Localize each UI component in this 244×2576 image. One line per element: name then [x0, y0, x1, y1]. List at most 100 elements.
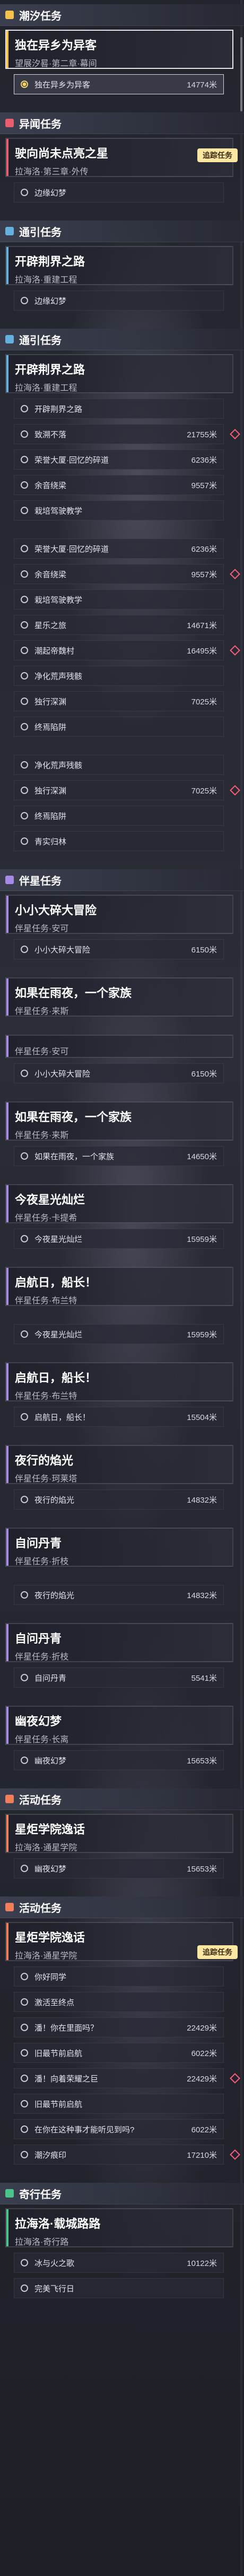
- objective-label: 青实归林: [34, 837, 67, 846]
- quest-subtitle: 拉海洛·通星学院: [15, 1843, 77, 1852]
- objective-radio: [21, 2151, 28, 2158]
- quest-card[interactable]: 启航日，船长！ 伴星任务·布兰特: [5, 1267, 233, 1306]
- objective-distance: 16495米: [187, 646, 217, 656]
- category-header[interactable]: 通引任务: [0, 329, 244, 350]
- objective-row[interactable]: 荣誉大厦·回忆的碎道 6236米: [14, 449, 224, 470]
- track-quest-button[interactable]: 追踪任务: [197, 148, 238, 162]
- objective-row[interactable]: 净化荒声残骸: [14, 755, 224, 775]
- objective-radio: [21, 481, 28, 489]
- quest-color-bar: [6, 1707, 8, 1744]
- objective-row[interactable]: 潮起帝魏村 16495米: [14, 640, 224, 660]
- objective-row[interactable]: 青实归林: [14, 831, 224, 851]
- objective-row[interactable]: 如果在雨夜，一个家族 14650米: [14, 1146, 224, 1166]
- objective-row[interactable]: 栽培驾驶教学: [14, 589, 224, 610]
- objective-radio: [21, 2125, 28, 2133]
- objective-row[interactable]: 致溯不落 21755米: [14, 424, 224, 444]
- quest-card[interactable]: 今夜星光灿烂 伴星任务·卡提希: [5, 1184, 233, 1223]
- quest-card[interactable]: 夜行的焰光 伴星任务·珂莱塔: [5, 1445, 233, 1484]
- objective-radio: [21, 297, 28, 304]
- objective-row[interactable]: 自问丹青 5541米: [14, 1668, 224, 1688]
- objective-row[interactable]: 开辟荆界之路: [14, 399, 224, 419]
- objective-row[interactable]: 今夜星光灿烂 15959米: [14, 1324, 224, 1344]
- objective-row[interactable]: 余音绕梁 9557米: [14, 564, 224, 584]
- objective-distance: 5541米: [191, 1673, 217, 1683]
- objective-row[interactable]: 旧最节前启航: [14, 2094, 224, 2114]
- category-header[interactable]: 通引任务: [0, 220, 244, 242]
- category-label: 通引任务: [19, 334, 62, 347]
- objective-row[interactable]: 旧最节前启航 6022米: [14, 2043, 224, 2063]
- quest-card[interactable]: 幽夜幻梦 伴星任务·长离: [5, 1706, 233, 1745]
- quest-color-bar: [6, 247, 8, 284]
- category-header[interactable]: 奇行任务: [0, 2183, 244, 2204]
- quest-card[interactable]: 星炬学院逸话 拉海洛·通星学院: [5, 1814, 233, 1853]
- objective-row[interactable]: 幽夜幻梦 15653米: [14, 1750, 224, 1770]
- objective-distance: 17210米: [187, 2150, 217, 2160]
- objective-row[interactable]: 启航日，船长！ 15504米: [14, 1407, 224, 1427]
- objective-row[interactable]: 潮汐痕印 17210米: [14, 2145, 224, 2165]
- objective-row[interactable]: 夜行的焰光 14832米: [14, 1585, 224, 1605]
- objective-label: 今夜星光灿烂: [34, 1234, 83, 1244]
- objective-label: 栽培驾驶教学: [34, 506, 83, 516]
- objective-row[interactable]: 今夜星光灿烂 15959米: [14, 1229, 224, 1249]
- objective-row[interactable]: 独在异乡为异客 14774米: [14, 74, 224, 94]
- objective-row[interactable]: 星乐之旅 14671米: [14, 615, 224, 635]
- category-header[interactable]: 伴星任务: [0, 869, 244, 891]
- objective-row[interactable]: 完美飞行日: [14, 2278, 224, 2298]
- objective-radio: [21, 672, 28, 680]
- objective-radio: [21, 507, 28, 514]
- objective-row[interactable]: 独行深渊 7025米: [14, 691, 224, 711]
- quest-card[interactable]: 启航日，船长！ 伴星任务·布兰特: [5, 1362, 233, 1401]
- quest-card[interactable]: 自问丹青 伴星任务·折枝: [5, 1528, 233, 1567]
- quest-title: 启航日，船长！: [15, 1276, 97, 1289]
- objective-row[interactable]: 潘！你在里面吗？ 22429米: [14, 2017, 224, 2037]
- objective-row[interactable]: 幽夜幻梦 15653米: [14, 1858, 224, 1878]
- objective-row[interactable]: 你好同学: [14, 1966, 224, 1987]
- objective-distance: 6022米: [191, 2049, 217, 2058]
- quest-card[interactable]: 伴星任务·安可: [5, 1035, 233, 1058]
- category-header[interactable]: 异闻任务: [0, 112, 244, 134]
- quest-title: 夜行的焰光: [15, 1454, 74, 1467]
- objective-row[interactable]: 边缘幻梦: [14, 182, 224, 202]
- category-header[interactable]: 活动任务: [0, 1896, 244, 1918]
- quest-color-bar: [6, 1923, 8, 1960]
- category-header[interactable]: 活动任务: [0, 1788, 244, 1810]
- category-header[interactable]: 潮汐任务: [0, 4, 244, 26]
- quest-subtitle: 伴星任务·卡提希: [15, 1214, 77, 1223]
- quest-card[interactable]: 开辟荆界之路 拉海洛·重建工程: [5, 354, 233, 393]
- objective-row[interactable]: 终焉陷阱: [14, 806, 224, 826]
- objective-row[interactable]: 激活至终点: [14, 1992, 224, 2012]
- objective-row[interactable]: 小小大碎大冒险 6150米: [14, 1063, 224, 1083]
- objective-row[interactable]: 荣誉大厦·回忆的碎道 6236米: [14, 539, 224, 559]
- objective-distance: 10122米: [187, 2259, 217, 2268]
- objective-row[interactable]: 终焉陷阱: [14, 717, 224, 737]
- quest-card[interactable]: 自问丹青 伴星任务·折枝: [5, 1623, 233, 1662]
- quest-subtitle: 拉海洛·第三章·外传: [15, 167, 89, 177]
- objective-row[interactable]: 潘！向着荣耀之巨 22429米: [14, 2068, 224, 2088]
- objective-row[interactable]: 小小大碎大冒险 6150米: [14, 939, 224, 959]
- objective-row[interactable]: 在你在这种事才能听见到吗? 6022米: [14, 2119, 224, 2139]
- objective-row[interactable]: 冰与火之歌 10122米: [14, 2253, 224, 2273]
- objective-row[interactable]: 余音绕梁 9557米: [14, 475, 224, 495]
- objective-row[interactable]: 栽培驾驶教学: [14, 500, 224, 521]
- quest-subtitle: 伴星任务·布兰特: [15, 1296, 77, 1305]
- quest-card[interactable]: 开辟荆界之路 拉海洛·重建工程: [5, 246, 233, 285]
- objective-distance: 6022米: [191, 2125, 217, 2134]
- objective-row[interactable]: 净化荒声残骸: [14, 666, 224, 686]
- objective-row[interactable]: 夜行的焰光 14832米: [14, 1489, 224, 1510]
- quest-card[interactable]: 如果在雨夜，一个家族 伴星任务·来斯: [5, 977, 233, 1017]
- quest-color-bar: [6, 1102, 8, 1140]
- objective-radio: [21, 837, 28, 845]
- quest-title: 星炬学院逸话: [15, 1931, 85, 1944]
- objective-row[interactable]: 边缘幻梦: [14, 290, 224, 311]
- quest-card[interactable]: 小小大碎大冒险 伴星任务·安可: [5, 895, 233, 934]
- objective-row[interactable]: 独行深渊 7025米: [14, 780, 224, 800]
- objective-distance: 14832米: [187, 1495, 217, 1505]
- quest-card[interactable]: 拉海洛·载城路路 拉海洛·奇行路: [5, 2208, 233, 2247]
- quest-card[interactable]: 独在异乡为异客 望展汐晷·第二章·幕间: [5, 30, 233, 69]
- scrollbar-thumb[interactable]: [240, 37, 242, 111]
- track-quest-button-2[interactable]: 追踪任务: [197, 1945, 238, 1959]
- quest-card[interactable]: 如果在雨夜，一个家族 伴星任务·来斯: [5, 1101, 233, 1141]
- objective-label: 夜行的焰光: [34, 1591, 75, 1600]
- objective-radio: [21, 1674, 28, 1681]
- objective-label: 潘！向着荣耀之巨: [34, 2074, 99, 2084]
